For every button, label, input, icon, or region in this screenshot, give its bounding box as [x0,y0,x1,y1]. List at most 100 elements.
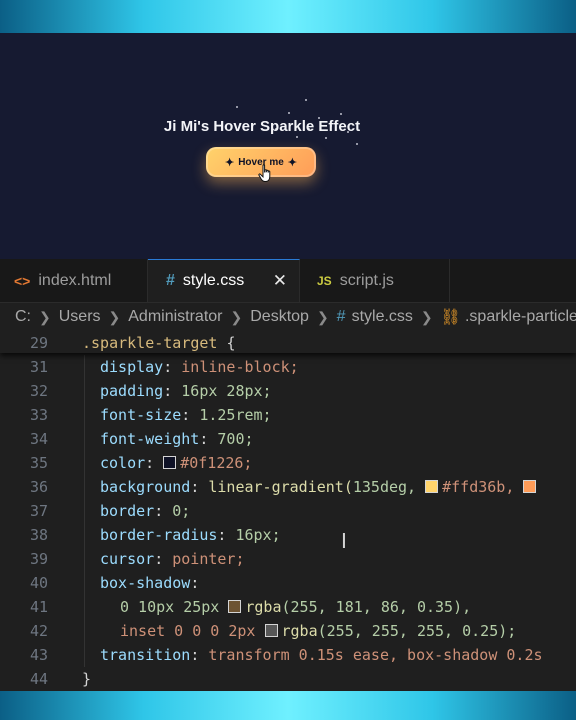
sparkle-icon: ✦ [287,156,297,169]
css-function: rgba [245,598,282,616]
code-line[interactable]: 43 transition: transform 0.15s ease, box… [0,643,576,667]
line-number: 32 [29,382,48,400]
line-number: 44 [29,670,48,688]
css-value: 0 10px 25px [120,598,220,616]
color-swatch-icon[interactable] [264,624,278,637]
css-property: color [100,454,146,472]
symbol-class-icon: ⛓ [440,309,461,326]
line-number: 41 [29,598,48,616]
code-text: border: 0; [100,502,191,520]
line-number: 40 [29,574,48,592]
breadcrumb-item-administrator[interactable]: Administrator [128,308,222,326]
code-line[interactable]: 37 border: 0; [0,499,576,523]
line-number: 39 [29,550,48,568]
css-property: font-size [100,406,182,424]
code-text: .sparkle-target { [82,331,236,355]
css-property: padding [100,382,164,400]
sparkle-particle [325,137,327,139]
css-value: #ffd36b, [442,478,515,496]
code-line[interactable]: 41 0 10px 25px rgba(255, 181, 86, 0.35), [0,595,576,619]
sparkle-particle [356,143,358,145]
css-file-icon: # [166,272,175,289]
code-text: 0 10px 25px rgba(255, 181, 86, 0.35), [120,595,471,619]
line-number: 37 [29,502,48,520]
sticky-scroll-line[interactable]: 29 .sparkle-target { [0,331,576,353]
line-number: 35 [29,454,48,472]
breadcrumb-item-drive[interactable]: C: [15,308,31,326]
sparkle-particle [288,112,290,114]
breadcrumb: C: ❯ Users ❯ Administrator ❯ Desktop ❯ #… [0,303,576,331]
code-text: } [82,667,91,691]
css-property: background [100,478,191,496]
html-file-icon: <> [14,272,31,289]
breadcrumb-item-desktop[interactable]: Desktop [250,308,309,326]
color-swatch-icon[interactable] [425,480,439,493]
editor-tab-bar: <> index.html # style.css ✕ JS script.js [0,259,576,303]
css-property: cursor [100,550,155,568]
breadcrumb-item-symbol[interactable]: .sparkle-particle [465,308,576,326]
css-property: transition [100,646,191,664]
css-property: display [100,358,164,376]
tab-label: style.css [182,272,245,289]
code-text: transition: transform 0.15s ease, box-sh… [100,646,543,664]
line-number: 42 [29,622,48,640]
code-text: padding: 16px 28px; [100,382,272,400]
color-swatch-icon[interactable] [228,600,242,613]
css-value: 0; [172,502,191,520]
css-value: transform 0.15s ease, box-shadow 0.2s [208,646,543,664]
bottom-frame-bar [0,691,576,720]
code-line[interactable]: 44 } [0,667,576,691]
color-swatch-icon[interactable] [163,456,177,469]
chevron-right-icon: ❯ [230,308,243,325]
tab-label: script.js [339,271,394,289]
css-argument: (255, 181, 86, 0.35), [281,598,472,616]
code-line[interactable]: 34 font-weight: 700; [0,427,576,451]
code-text: cursor: pointer; [100,550,245,568]
tab-label: index.html [38,271,112,289]
code-line[interactable]: 42 inset 0 0 0 2px rgba(255, 255, 255, 0… [0,619,576,643]
line-number: 33 [29,406,48,424]
code-text: background: linear-gradient(135deg, #ffd… [100,475,540,499]
tab-style-css[interactable]: # style.css ✕ [148,259,300,302]
code-text: font-weight: 700; [100,430,254,448]
css-argument: (255, 255, 255, 0.25); [317,622,517,640]
code-editor[interactable]: 29 .sparkle-target { 31 display: inline-… [0,331,576,691]
color-swatch-icon[interactable] [523,480,537,493]
css-selector: .sparkle-target [82,334,218,352]
code-line[interactable]: 32 padding: 16px 28px; [0,379,576,403]
text-cursor-icon: I [341,529,347,553]
code-line[interactable]: 40 box-shadow: [0,571,576,595]
breadcrumb-item-file[interactable]: style.css [352,308,413,326]
css-value: #0f1226; [180,454,253,472]
css-argument: 135deg, [352,478,417,496]
css-value: 16px; [235,526,281,544]
code-line[interactable]: 38 border-radius: 16px; [0,523,576,547]
css-value: pointer; [172,550,245,568]
chevron-right-icon: ❯ [316,308,329,325]
code-text: border-radius: 16px; [100,526,281,544]
chevron-right-icon: ❯ [108,308,121,325]
code-text: inset 0 0 0 2px rgba(255, 255, 255, 0.25… [120,619,516,643]
css-file-icon: # [336,308,346,325]
close-icon[interactable]: ✕ [273,271,287,291]
sparkle-particle [340,113,342,115]
tab-index-html[interactable]: <> index.html [0,259,148,302]
tab-script-js[interactable]: JS script.js [300,259,450,302]
line-number: 43 [29,646,48,664]
code-line[interactable]: 36 background: linear-gradient(135deg, #… [0,475,576,499]
js-file-icon: JS [317,273,332,288]
code-line[interactable]: 39 cursor: pointer; [0,547,576,571]
code-line[interactable]: 35 color: #0f1226; [0,451,576,475]
css-property: border [100,502,155,520]
line-number: 34 [29,430,48,448]
sparkle-particle [296,136,298,138]
breadcrumb-item-users[interactable]: Users [59,308,101,326]
css-value: inline-block; [181,358,299,376]
line-number: 31 [29,358,48,376]
line-number: 29 [29,334,48,352]
open-brace: { [226,334,236,352]
css-value: 16px 28px; [181,382,272,400]
code-line[interactable]: 31 display: inline-block; [0,355,576,379]
css-property: font-weight [100,430,200,448]
code-line[interactable]: 33 font-size: 1.25rem; [0,403,576,427]
